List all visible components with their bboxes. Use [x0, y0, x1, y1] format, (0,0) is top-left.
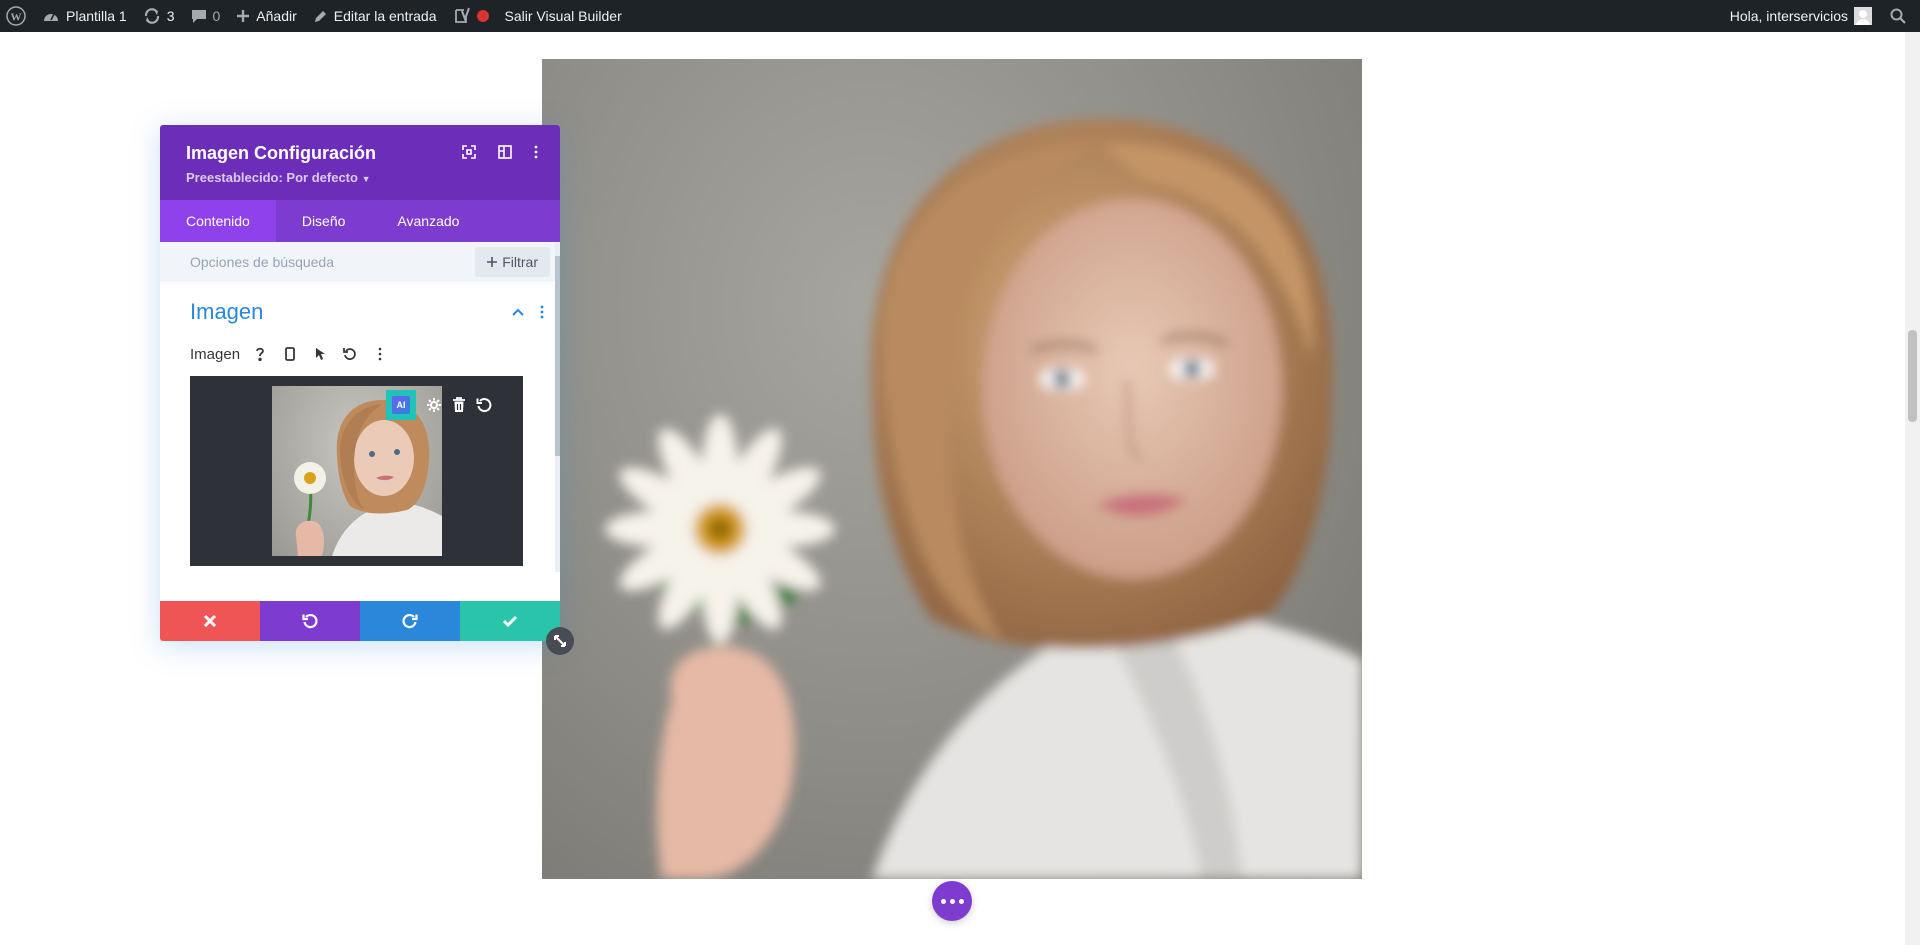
tab-avanzado[interactable]: Avanzado	[371, 200, 485, 242]
check-icon	[502, 615, 518, 628]
image-field-header: Imagen	[190, 342, 544, 366]
cancel-button[interactable]	[160, 601, 260, 641]
search-button[interactable]	[1880, 0, 1920, 32]
filter-button[interactable]: Filtrar	[475, 247, 550, 277]
search-options-input[interactable]	[190, 254, 440, 270]
yoast-icon	[454, 7, 470, 23]
resize-arrows-icon	[554, 635, 566, 647]
add-new-label: Añadir	[256, 8, 297, 24]
search-icon	[1890, 8, 1906, 24]
dot	[958, 898, 964, 904]
responsive-phone-icon[interactable]	[280, 344, 300, 364]
avatar	[1854, 7, 1872, 25]
caret-down-icon: ▼	[361, 174, 371, 184]
image-settings-panel: Imagen Configuración Preestablecido: Por…	[160, 125, 560, 641]
panel-resize-handle[interactable]	[546, 627, 574, 655]
image-section: Imagen Imagen AI	[160, 282, 560, 596]
trash-icon[interactable]	[452, 397, 466, 413]
svg-text:W: W	[11, 12, 22, 24]
undo-icon[interactable]	[476, 397, 492, 413]
user-greeting: Hola, interservicios	[1729, 8, 1848, 24]
panel-scrollbar-thumb[interactable]	[555, 256, 560, 456]
panel-scrollbar[interactable]	[555, 242, 560, 572]
admin-bar: W Plantilla 1 3 0 Añadir Editar la entra…	[0, 0, 1920, 32]
image-upload-field[interactable]: AI	[190, 376, 523, 566]
add-new-link[interactable]: Añadir	[228, 0, 304, 32]
section-header[interactable]: Imagen	[190, 282, 544, 342]
updates-count: 3	[166, 8, 175, 24]
filter-label: Filtrar	[502, 254, 538, 270]
main-image[interactable]	[542, 59, 1362, 879]
close-icon	[203, 614, 217, 628]
site-name: Plantilla 1	[66, 8, 127, 24]
redo-icon	[402, 614, 418, 629]
more-options-icon[interactable]	[534, 145, 538, 159]
yoast-seo-link[interactable]	[445, 0, 497, 32]
panel-header[interactable]: Imagen Configuración Preestablecido: Por…	[160, 125, 560, 200]
section-options-icon[interactable]	[540, 305, 544, 319]
dot	[940, 898, 946, 904]
page-scrollbar-thumb[interactable]	[1908, 330, 1917, 422]
plus-icon	[487, 257, 498, 267]
section-title: Imagen	[190, 299, 264, 324]
edit-post-label: Editar la entrada	[333, 8, 437, 24]
ai-generate-button[interactable]: AI	[386, 390, 416, 420]
exit-visual-builder-label: Salir Visual Builder	[504, 8, 622, 24]
updates-icon	[144, 8, 159, 24]
wordpress-icon: W	[6, 6, 26, 26]
redo-button[interactable]	[360, 601, 460, 641]
preset-selector[interactable]: Preestablecido: Por defecto ▼	[186, 170, 534, 185]
comments-link[interactable]: 0	[183, 0, 229, 32]
plus-icon	[237, 10, 250, 22]
site-name-link[interactable]: Plantilla 1	[34, 0, 135, 32]
options-search-bar: Filtrar	[160, 242, 560, 282]
tab-contenido[interactable]: Contenido	[160, 200, 276, 242]
undo-icon	[302, 614, 318, 629]
image-field-label: Imagen	[190, 345, 241, 363]
save-button[interactable]	[460, 601, 560, 641]
ai-label: AI	[392, 396, 410, 414]
split-view-icon[interactable]	[498, 145, 512, 159]
dot	[949, 898, 955, 904]
tab-diseno[interactable]: Diseño	[276, 200, 372, 242]
dashboard-icon	[44, 13, 58, 21]
woman-with-daisy-photo	[605, 119, 1362, 879]
exit-visual-builder-link[interactable]: Salir Visual Builder	[497, 0, 630, 32]
comment-icon	[191, 10, 206, 23]
chevron-up-icon[interactable]	[512, 308, 524, 316]
hover-cursor-icon[interactable]	[310, 344, 330, 364]
user-account-menu[interactable]: Hola, interservicios	[1722, 0, 1880, 32]
preset-label: Preestablecido: Por defecto	[186, 170, 358, 185]
gear-icon[interactable]	[426, 397, 442, 413]
panel-tabs: Contenido Diseño Avanzado	[160, 200, 560, 242]
help-icon[interactable]	[250, 344, 270, 364]
panel-footer	[160, 601, 560, 641]
comments-count: 0	[212, 8, 221, 24]
edit-post-link[interactable]: Editar la entrada	[305, 0, 445, 32]
wordpress-logo-button[interactable]: W	[0, 0, 34, 32]
pencil-icon	[314, 10, 326, 22]
undo-button[interactable]	[260, 601, 360, 641]
seo-status-dot	[476, 10, 489, 22]
updates-link[interactable]: 3	[135, 0, 183, 32]
module-actions-button[interactable]	[932, 881, 972, 921]
field-options-icon[interactable]	[370, 344, 390, 364]
reset-icon[interactable]	[340, 344, 360, 364]
page-scrollbar[interactable]	[1905, 32, 1920, 945]
expand-icon[interactable]	[462, 145, 476, 159]
